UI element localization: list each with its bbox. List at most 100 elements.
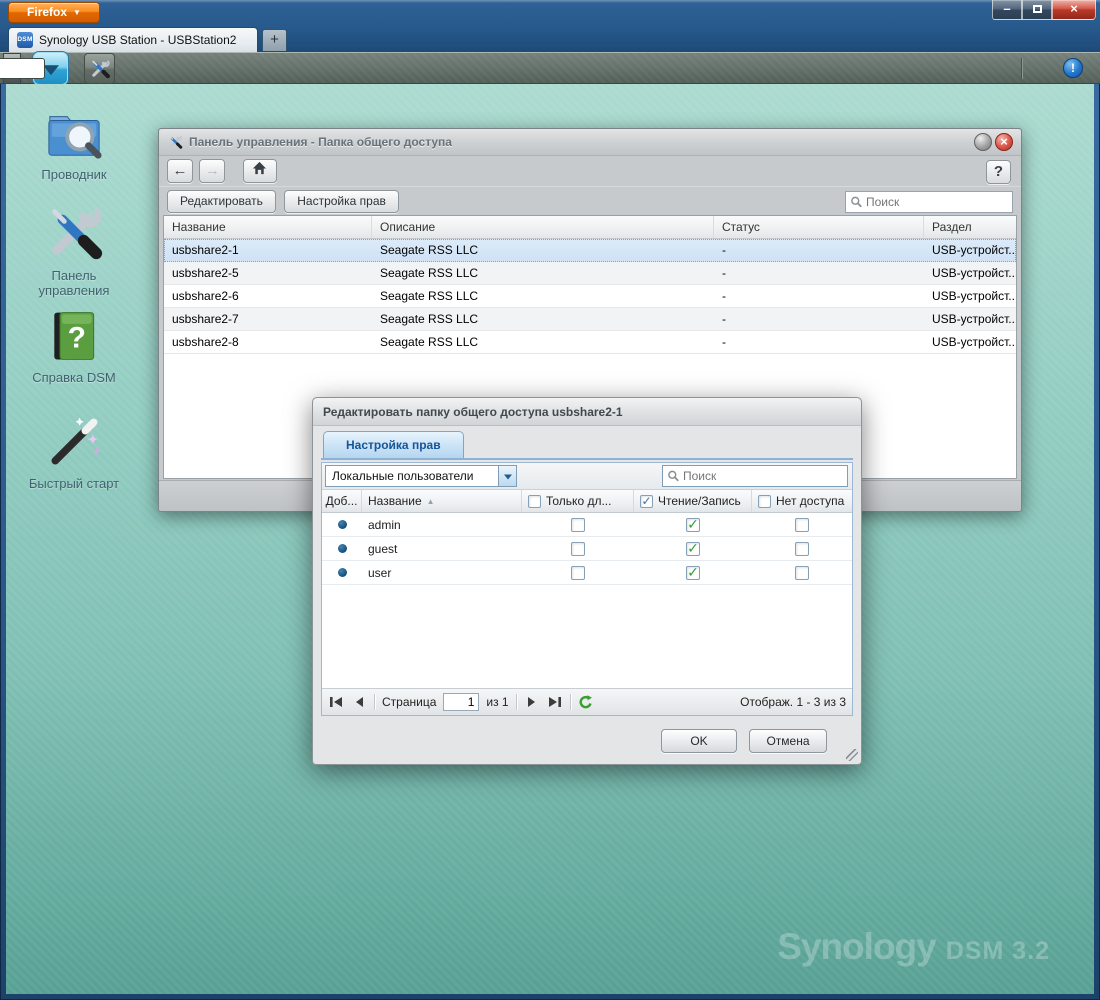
privileges-setup-button[interactable]: Настройка прав — [284, 190, 399, 213]
next-page-button[interactable] — [524, 694, 540, 710]
quick-start-icon — [51, 417, 101, 465]
cell-name: usbshare2-7 — [172, 312, 239, 326]
dsm-help-icon: ? — [54, 312, 95, 360]
read-only-checkbox[interactable] — [571, 517, 585, 532]
firefox-menu-button[interactable]: Firefox ▼ — [8, 2, 100, 23]
read-only-checkbox[interactable] — [571, 541, 585, 556]
browser-search-box — [0, 58, 45, 79]
table-row[interactable]: usbshare2-6 Seagate RSS LLC - USB-устрой… — [164, 285, 1016, 308]
column-header-read-write[interactable]: Чтение/Запись — [634, 490, 752, 512]
cell-username: user — [368, 565, 392, 580]
forward-button[interactable]: → — [199, 159, 226, 183]
column-label: Чтение/Запись — [658, 494, 741, 508]
privileges-toolbar: Локальные пользователи — [322, 463, 852, 490]
users-search-input[interactable] — [663, 466, 847, 486]
desktop-icon-label: Проводник — [41, 167, 107, 182]
minimize-button[interactable]: – — [992, 0, 1022, 20]
last-page-button[interactable] — [547, 694, 563, 710]
window-minimize-button[interactable] — [974, 133, 992, 151]
window-close-button[interactable]: × — [995, 133, 1013, 151]
search-icon — [667, 470, 679, 482]
desktop-icon-quick-start[interactable]: Быстрый старт — [18, 412, 130, 491]
column-header[interactable]: Описание — [372, 216, 714, 238]
tools-icon — [89, 58, 111, 80]
user-row[interactable]: user — [322, 561, 852, 585]
desktop-icon-dsm-help[interactable]: ? Справка DSM — [18, 306, 130, 385]
column-header-add[interactable]: Доб... — [322, 490, 362, 512]
svg-text:?: ? — [68, 321, 86, 354]
user-row[interactable]: admin — [322, 513, 852, 537]
new-tab-button[interactable]: + — [262, 29, 287, 51]
home-button[interactable] — [242, 159, 277, 183]
cell-volume: USB-устройст... — [932, 266, 1016, 280]
dialog-titlebar[interactable]: Редактировать папку общего доступа usbsh… — [313, 398, 861, 426]
dialog-footer: OK Отмена — [321, 716, 853, 764]
info-icon[interactable]: ! — [1063, 58, 1083, 78]
browser-tab[interactable]: DSM Synology USB Station - USBStation2 — [8, 27, 258, 52]
column-header[interactable]: Статус — [714, 216, 924, 238]
table-row[interactable]: usbshare2-8 Seagate RSS LLC - USB-устрой… — [164, 331, 1016, 354]
firefox-window: Firefox ▼ – × DSM Synology USB Station - … — [0, 0, 1100, 1000]
cell-volume: USB-устройст... — [932, 335, 1016, 349]
edit-button[interactable]: Редактировать — [167, 190, 276, 213]
column-header-name[interactable]: Название ▲ — [362, 490, 522, 512]
ok-button[interactable]: OK — [661, 729, 737, 753]
tab-privileges-setup[interactable]: Настройка прав — [323, 431, 464, 458]
user-type-dropdown[interactable]: Локальные пользователи — [325, 465, 517, 487]
read-write-checkbox[interactable] — [686, 564, 700, 581]
desktop-icon-file-browser[interactable]: Проводник — [18, 105, 130, 182]
control-panel-titlebar[interactable]: Панель управления - Папка общего доступа… — [159, 129, 1021, 156]
user-row[interactable]: guest — [322, 537, 852, 561]
close-button[interactable]: × — [1052, 0, 1096, 20]
page-number-input[interactable] — [443, 693, 480, 711]
watermark-version: DSM 3.2 — [945, 937, 1050, 965]
no-access-checkbox[interactable] — [795, 517, 809, 532]
column-header-read-only[interactable]: Только дл... — [522, 490, 634, 512]
column-header[interactable]: Название — [164, 216, 372, 238]
no-access-all-checkbox[interactable] — [758, 494, 771, 508]
read-only-all-checkbox[interactable] — [528, 494, 541, 508]
cancel-button[interactable]: Отмена — [749, 729, 827, 753]
next-page-icon — [528, 697, 536, 707]
table-row[interactable]: usbshare2-5 Seagate RSS LLC - USB-устрой… — [164, 262, 1016, 285]
read-write-checkbox[interactable] — [686, 516, 700, 533]
last-page-icon — [549, 697, 562, 707]
help-button[interactable]: ? — [986, 160, 1011, 184]
column-header[interactable]: Раздел — [924, 216, 1016, 238]
window-controls: – × — [992, 0, 1096, 20]
browser-search-input[interactable] — [0, 59, 40, 78]
read-only-checkbox[interactable] — [571, 565, 585, 580]
cell-volume: USB-устройст... — [932, 243, 1016, 257]
read-write-checkbox[interactable] — [686, 540, 700, 557]
desktop-icon-label: Быстрый старт — [28, 476, 120, 491]
cell-description: Seagate RSS LLC — [380, 312, 479, 326]
cell-add — [322, 537, 362, 560]
back-button[interactable]: ← — [167, 159, 193, 183]
control-panel-toolbar-button[interactable] — [84, 53, 115, 84]
no-access-checkbox[interactable] — [795, 541, 809, 556]
first-page-button[interactable] — [328, 694, 344, 710]
cell-status: - — [722, 335, 726, 349]
cell-name: usbshare2-5 — [172, 266, 239, 280]
desktop-icon-label: Справка DSM — [32, 370, 116, 385]
cell-add — [322, 513, 362, 536]
pager-separator — [569, 694, 571, 710]
column-header-no-access[interactable]: Нет доступа — [752, 490, 852, 512]
user-dot-icon — [337, 520, 347, 529]
column-label: Только дл... — [546, 494, 612, 508]
resize-handle[interactable] — [846, 749, 858, 761]
desktop-icon-control-panel[interactable]: Панель управления — [18, 202, 130, 298]
dsm-desktop: Проводник Панель управления ? Справка DS… — [6, 84, 1094, 994]
cell-volume: USB-устройст... — [932, 312, 1016, 326]
edit-share-dialog: Редактировать папку общего доступа usbsh… — [312, 397, 862, 765]
page-label: Страница — [382, 695, 437, 709]
shares-search-input[interactable] — [846, 192, 1012, 212]
table-row[interactable]: usbshare2-7 Seagate RSS LLC - USB-устрой… — [164, 308, 1016, 331]
no-access-checkbox[interactable] — [795, 565, 809, 580]
read-write-all-checkbox[interactable] — [640, 494, 653, 508]
maximize-icon — [1032, 5, 1042, 13]
table-row[interactable]: usbshare2-1 Seagate RSS LLC - USB-устрой… — [164, 239, 1016, 262]
prev-page-button[interactable] — [351, 694, 367, 710]
maximize-button[interactable] — [1022, 0, 1052, 20]
refresh-button[interactable] — [578, 694, 594, 710]
